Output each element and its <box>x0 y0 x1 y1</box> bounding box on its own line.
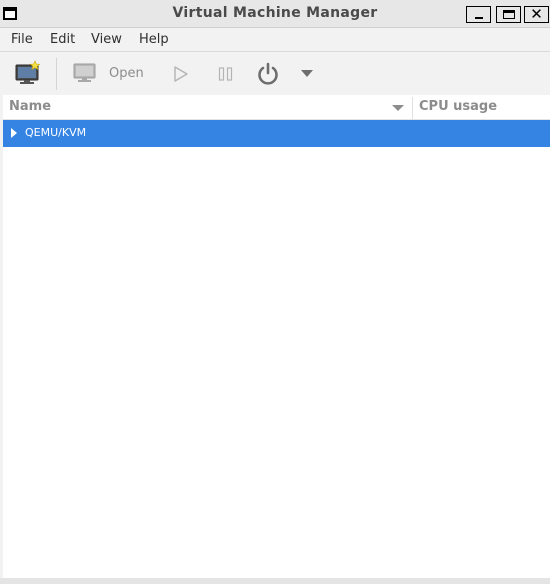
maximize-icon <box>503 10 515 19</box>
play-icon <box>174 66 188 82</box>
connection-row-qemu[interactable]: QEMU/KVM <box>3 120 550 147</box>
title-bar[interactable]: Virtual Machine Manager ✕ <box>0 0 550 28</box>
toolbar: Open <box>0 52 550 95</box>
shutdown-button[interactable] <box>255 61 281 87</box>
close-icon: ✕ <box>530 5 543 23</box>
menu-file[interactable]: File <box>11 32 33 47</box>
window-bottom-border <box>0 578 550 584</box>
pause-button[interactable] <box>217 65 235 83</box>
maximize-button[interactable] <box>496 6 521 23</box>
sort-arrow-icon[interactable] <box>392 105 404 111</box>
power-icon <box>258 62 278 85</box>
column-header: Name CPU usage <box>3 95 550 120</box>
new-vm-button[interactable] <box>13 60 43 86</box>
column-divider[interactable] <box>412 97 413 119</box>
connection-label: QEMU/KVM <box>25 126 87 139</box>
close-button[interactable]: ✕ <box>524 6 549 23</box>
chevron-down-icon <box>301 70 313 77</box>
minimize-button[interactable] <box>466 6 491 23</box>
run-button[interactable] <box>172 65 190 83</box>
vm-list[interactable]: QEMU/KVM <box>3 120 550 578</box>
open-label: Open <box>109 66 144 81</box>
monitor-icon <box>73 63 96 82</box>
column-name-header[interactable]: Name <box>9 99 51 114</box>
expander-arrow-icon[interactable] <box>11 128 17 138</box>
toolbar-separator <box>56 58 57 90</box>
column-cpu-header[interactable]: CPU usage <box>419 99 497 114</box>
menu-help[interactable]: Help <box>139 32 169 47</box>
open-button[interactable]: Open <box>70 58 150 90</box>
shutdown-menu-button[interactable] <box>299 68 315 80</box>
menu-view[interactable]: View <box>91 32 122 47</box>
vmm-window: Virtual Machine Manager ✕ File Edit View… <box>0 0 550 584</box>
menu-bar: File Edit View Help <box>0 28 550 52</box>
monitor-new-icon <box>15 60 41 84</box>
menu-edit[interactable]: Edit <box>50 32 75 47</box>
minimize-icon <box>475 17 483 19</box>
pause-icon <box>218 67 233 81</box>
